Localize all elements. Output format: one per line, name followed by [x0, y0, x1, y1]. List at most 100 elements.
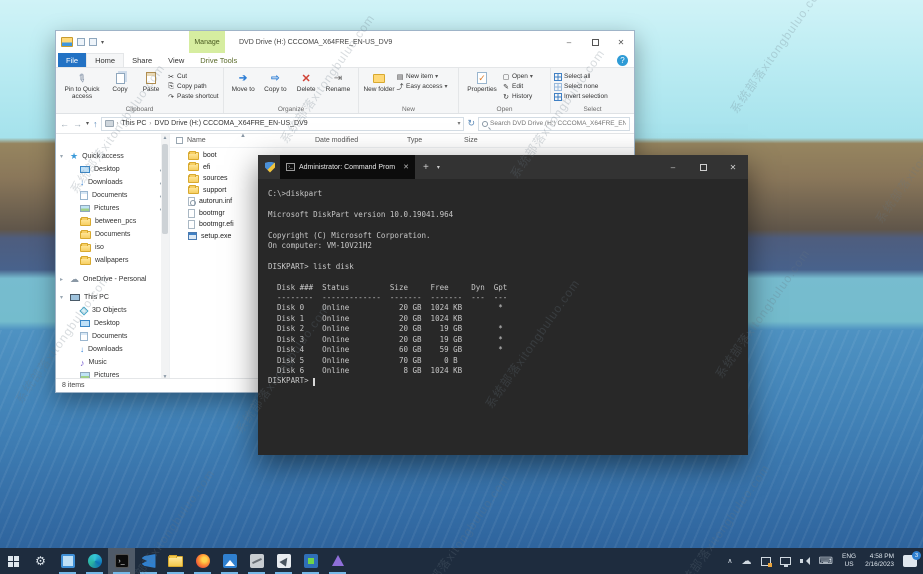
sidebar-item-wallpapers[interactable]: wallpapers: [56, 254, 169, 267]
touch-keyboard-tray-icon[interactable]: ⌨: [819, 556, 833, 567]
tab-close-icon[interactable]: ✕: [403, 163, 409, 171]
open-button[interactable]: ▢ Open▾: [502, 72, 533, 81]
sidebar-item-onedrive[interactable]: ▸☁ OneDrive - Personal: [56, 273, 169, 286]
sidebar-scrollbar[interactable]: ▲ ▼: [161, 134, 169, 381]
help-icon[interactable]: ?: [617, 55, 628, 66]
sidebar-item-pictures[interactable]: Pictures: [56, 202, 169, 215]
refresh-icon[interactable]: ↻: [467, 118, 475, 129]
explorer-minimize-button[interactable]: –: [556, 31, 582, 53]
taskbar-firefox-button[interactable]: [189, 548, 216, 574]
sidebar-item-quick-access[interactable]: ▾★ Quick access: [56, 150, 169, 163]
sidebar-item-3d-objects[interactable]: 3D Objects: [56, 304, 169, 317]
easy-access-button[interactable]: ⤴ Easy access▾: [396, 82, 448, 91]
breadcrumb-this-pc[interactable]: This PC: [122, 120, 147, 127]
scroll-up-icon[interactable]: ▲: [163, 134, 168, 142]
taskbar-vscode-button[interactable]: [135, 548, 162, 574]
terminal-output-area[interactable]: C:\>diskpart Microsoft DiskPart version …: [258, 179, 748, 455]
copy-button[interactable]: Copy: [105, 70, 135, 93]
invert-selection-button[interactable]: Invert selection: [554, 92, 608, 101]
column-header-date-modified[interactable]: Date modified: [315, 137, 407, 144]
search-box[interactable]: [478, 117, 630, 131]
scrollbar-thumb[interactable]: [162, 144, 168, 234]
sidebar-item-downloads[interactable]: ↓ Downloads: [56, 176, 169, 189]
cut-button[interactable]: ✂ Cut: [167, 72, 219, 81]
forward-button[interactable]: →: [73, 119, 82, 129]
taskbar-edge-button[interactable]: [81, 548, 108, 574]
tab-drive-tools[interactable]: Drive Tools: [192, 53, 245, 67]
manage-contextual-label[interactable]: Manage: [189, 31, 225, 53]
pin-to-quick-access-button[interactable]: ✎ Pin to Quick access: [59, 70, 105, 101]
taskbar-etcher-button[interactable]: [324, 548, 351, 574]
sidebar-item-music[interactable]: ♪ Music: [56, 356, 169, 369]
terminal-minimize-button[interactable]: –: [658, 155, 688, 179]
onedrive-tray-icon[interactable]: ☁: [742, 556, 752, 567]
select-none-button[interactable]: Select none: [554, 82, 608, 91]
taskbar-photos-button[interactable]: [216, 548, 243, 574]
sidebar-item-between-pcs[interactable]: between_pcs: [56, 215, 169, 228]
breadcrumb[interactable]: › This PC › DVD Drive (H:) CCCOMA_X64FRE…: [101, 117, 465, 131]
security-tray-icon[interactable]: [761, 557, 771, 566]
volume-tray-icon[interactable]: [800, 556, 810, 566]
sidebar-item-this-pc[interactable]: ▾ This PC: [56, 291, 169, 304]
taskbar-terminal-button[interactable]: ›_: [108, 548, 135, 574]
paste-shortcut-button[interactable]: ↷ Paste shortcut: [167, 92, 219, 101]
sidebar-item-desktop[interactable]: Desktop: [56, 163, 169, 176]
recent-locations-chevron-icon[interactable]: ▾: [86, 120, 89, 127]
search-input[interactable]: [490, 120, 626, 127]
column-header-type[interactable]: Type: [407, 137, 464, 144]
explorer-maximize-button[interactable]: [582, 31, 608, 53]
qat-customize-chevron-icon[interactable]: ▾: [101, 39, 104, 46]
language-indicator[interactable]: ENG US: [842, 553, 856, 569]
history-button[interactable]: ↻ History: [502, 92, 533, 101]
paste-button[interactable]: Paste: [135, 70, 167, 93]
sidebar-item-pc-documents[interactable]: Documents: [56, 330, 169, 343]
sidebar-item-documents-2[interactable]: Documents: [56, 228, 169, 241]
explorer-titlebar[interactable]: ▾ Manage DVD Drive (H:) CCCOMA_X64FRE_EN…: [56, 31, 634, 53]
move-to-button[interactable]: ➔ Move to: [227, 70, 259, 93]
sidebar-item-pc-desktop[interactable]: Desktop: [56, 317, 169, 330]
tab-file[interactable]: File: [58, 53, 86, 67]
tab-share[interactable]: Share: [124, 53, 160, 67]
taskbar-pointer-app-button[interactable]: [270, 548, 297, 574]
tab-view[interactable]: View: [160, 53, 192, 67]
select-all-button[interactable]: Select all: [554, 72, 608, 81]
explorer-close-button[interactable]: ✕: [608, 31, 634, 53]
select-all-checkbox[interactable]: [176, 137, 183, 144]
taskbar-vm-app-button[interactable]: [297, 548, 324, 574]
terminal-maximize-button[interactable]: [688, 155, 718, 179]
terminal-tab[interactable]: ›_ Administrator: Command Prom ✕: [280, 155, 415, 179]
sidebar-item-pc-downloads[interactable]: ↓ Downloads: [56, 343, 169, 356]
back-button[interactable]: ←: [60, 119, 69, 129]
terminal-close-button[interactable]: ✕: [718, 155, 748, 179]
taskbar-screen-app-button[interactable]: [54, 548, 81, 574]
tab-home[interactable]: Home: [86, 53, 124, 67]
column-header-name[interactable]: Name: [187, 137, 315, 144]
edit-button[interactable]: ✎ Edit: [502, 82, 533, 91]
network-tray-icon[interactable]: [780, 557, 791, 565]
copy-path-button[interactable]: ⎘ Copy path: [167, 82, 219, 91]
notification-center-icon[interactable]: 3: [903, 555, 917, 567]
taskbar-gray-app-button[interactable]: [243, 548, 270, 574]
rename-button[interactable]: ⇥ Rename: [321, 70, 355, 93]
sidebar-item-iso[interactable]: iso: [56, 241, 169, 254]
copy-to-button[interactable]: ⇨ Copy to: [259, 70, 291, 93]
address-dropdown-chevron-icon[interactable]: ▾: [457, 120, 460, 127]
qat-properties-icon[interactable]: [77, 38, 85, 46]
clock[interactable]: 4:58 PM 2/16/2023: [865, 553, 894, 569]
qat-new-folder-icon[interactable]: [89, 38, 97, 46]
new-item-button[interactable]: ▤ New item▾: [396, 72, 448, 81]
delete-button[interactable]: ✕ Delete: [292, 70, 321, 93]
tab-dropdown-chevron-icon[interactable]: ▾: [437, 164, 440, 171]
taskbar-file-explorer-button[interactable]: [162, 548, 189, 574]
taskbar-settings-button[interactable]: ⚙: [27, 548, 54, 574]
start-button[interactable]: [0, 548, 27, 574]
sidebar-item-documents[interactable]: Documents: [56, 189, 169, 202]
column-header-size[interactable]: Size: [464, 137, 524, 144]
breadcrumb-current-folder[interactable]: DVD Drive (H:) CCCOMA_X64FRE_EN-US_DV9: [154, 120, 307, 127]
properties-button[interactable]: ✓ Properties: [462, 70, 502, 93]
new-folder-button[interactable]: New folder: [362, 70, 396, 93]
new-tab-button[interactable]: +: [423, 162, 429, 173]
up-button[interactable]: ↑: [93, 119, 98, 129]
terminal-titlebar[interactable]: ›_ Administrator: Command Prom ✕ + ▾ – ✕: [258, 155, 748, 179]
tray-overflow-chevron-icon[interactable]: ∧: [727, 557, 732, 565]
